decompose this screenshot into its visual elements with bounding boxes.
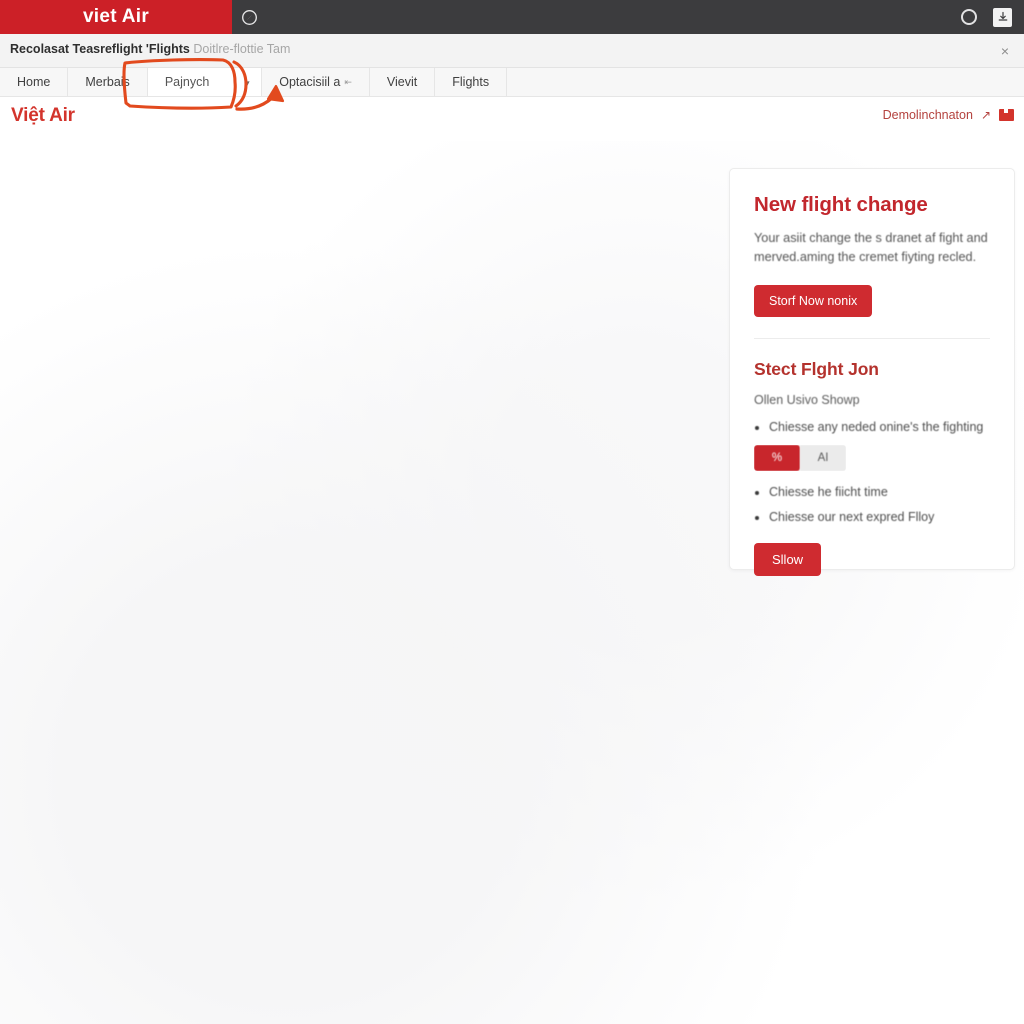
nav-tab-optacisiil-label: Optacisiil a: [279, 75, 341, 89]
browser-chrome: viet Air: [0, 0, 1024, 34]
nav-tab-merbais-label: Merbais: [85, 75, 130, 89]
notification-muted-text: Doitlre-flottie Tam: [193, 42, 291, 56]
list-item: Chiesse our next expred Flloy: [754, 510, 990, 524]
nav-tab-optacisiil[interactable]: Optacisiil a ⇤: [262, 68, 370, 96]
arrow-up-right-icon: ↗: [980, 108, 991, 122]
start-now-button[interactable]: Storf Now nonix: [754, 285, 873, 318]
nav-tab-flights-label: Flights: [452, 75, 490, 89]
flight-change-card: New flight change Your asiit change the …: [729, 168, 1015, 577]
notification-text: Recolasat Teasreflight 'Flights Doitlre-…: [10, 42, 290, 56]
card-title: New flight change: [754, 193, 928, 216]
toggle-option-percent[interactable]: %: [754, 445, 800, 472]
circle-icon[interactable]: [961, 9, 977, 25]
site-header: Việt Air Demolinchnaton ↗: [0, 97, 1024, 141]
nav-tab-vievit[interactable]: Vievit: [369, 68, 436, 96]
unit-toggle-group[interactable]: % AI: [754, 445, 846, 472]
sllow-button[interactable]: Sllow: [754, 543, 822, 577]
nav-tab-flights[interactable]: Flights: [435, 68, 508, 96]
close-icon[interactable]: ×: [996, 42, 1014, 60]
site-header-account[interactable]: Demolinchnaton ↗: [883, 108, 1014, 122]
list-item: Chiesse he fiicht time: [754, 485, 990, 499]
site-logo[interactable]: Việt Air: [11, 105, 75, 127]
card-subnote: Ollen Usivo Showp: [754, 393, 860, 408]
chevron-down-icon: ▼: [243, 78, 252, 88]
account-label: Demolinchnaton: [882, 108, 973, 122]
instruction-list-continued: Chiesse he fiicht time Chiesse our next …: [754, 485, 990, 524]
card-paragraph: Your asiit change the s dranet af fight …: [754, 231, 988, 265]
flag-icon: [999, 109, 1014, 121]
nav-dropdown-pajnych[interactable]: Pajnych ▼: [147, 68, 263, 96]
instruction-list: Chiesse any neded onine's the fighting: [754, 420, 990, 434]
nav-tab-home-label: Home: [17, 75, 51, 89]
nav-tab-vievit-label: Vievit: [386, 75, 418, 89]
external-link-icon: ⇤: [344, 76, 352, 87]
nav-dropdown-pajnych-label: Pajnych: [164, 75, 210, 89]
card-divider: [754, 338, 990, 340]
nav-tab-home[interactable]: Home: [0, 68, 69, 96]
chrome-right-icons: [961, 0, 1024, 34]
toggle-option-ai[interactable]: AI: [800, 445, 846, 472]
list-item: Chiesse any neded onine's the fighting: [754, 420, 990, 434]
browser-tab-title: viet Air: [82, 6, 150, 27]
compass-icon[interactable]: [232, 0, 266, 34]
card-subtitle: Stect Flght Jon: [754, 359, 879, 380]
nav-tab-merbais[interactable]: Merbais: [68, 68, 148, 96]
save-page-icon[interactable]: [993, 7, 1012, 27]
notification-bold-text: Recolasat Teasreflight 'Flights: [10, 42, 190, 56]
notification-bar: Recolasat Teasreflight 'Flights Doitlre-…: [0, 34, 1024, 68]
nav-tab-row: Home Merbais Pajnych ▼ Optacisiil a ⇤ Vi…: [0, 68, 1024, 97]
browser-tab[interactable]: viet Air: [0, 0, 232, 34]
